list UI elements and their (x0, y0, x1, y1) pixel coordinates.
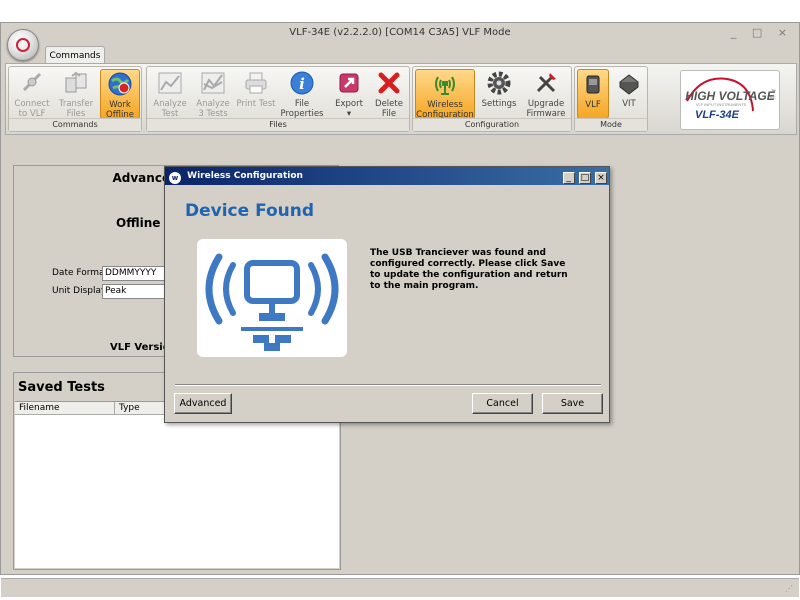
close-button[interactable]: × (595, 172, 607, 184)
info-icon: i (290, 71, 314, 95)
analyze-test-button[interactable]: Analyze Test (150, 69, 190, 119)
wireless-configuration-button[interactable]: Wireless Configuration (415, 69, 475, 120)
svg-text:i: i (299, 75, 305, 93)
logo-brand: HIGH VOLTAGE (685, 89, 776, 103)
ribbon: Connect to VLF Transfer Files Work Offli… (5, 63, 797, 135)
advanced-button[interactable]: Advanced (174, 393, 232, 414)
export-button[interactable]: Export ▾ (329, 69, 369, 119)
vlf-mode-button[interactable]: VLF (577, 69, 609, 119)
ribbon-group-mode: VLF VIT Mode (574, 66, 648, 132)
vit-mode-button[interactable]: VIT (613, 69, 645, 119)
column-header-filename[interactable]: Filename (15, 402, 115, 415)
ribbon-group-label: Commands (9, 118, 141, 131)
file-properties-button[interactable]: i File Properties (280, 69, 324, 119)
vit-device-icon (619, 74, 639, 95)
logo-graphic: HIGH VOLTAGE ™ INC VLF INPUT INSTRUMENTS… (685, 77, 777, 121)
saved-tests-title: Saved Tests (18, 380, 105, 395)
maximize-button[interactable]: □ (578, 172, 591, 184)
dialog-separator (175, 384, 601, 386)
globe-icon (108, 72, 132, 96)
connect-to-vlf-button[interactable]: Connect to VLF (12, 69, 52, 119)
unit-display-label: Unit Display (52, 286, 107, 296)
save-button[interactable]: Save (542, 393, 603, 414)
device-found-heading: Device Found (185, 201, 315, 221)
status-bar: ⋰ (1, 578, 799, 597)
wireless-network-icon (205, 253, 339, 351)
delete-file-button[interactable]: Delete File (369, 69, 409, 119)
logo-inc: INC (770, 96, 777, 100)
device-found-image (197, 239, 347, 357)
ribbon-group-configuration: Wireless Configuration Settings Upgrade … (412, 66, 572, 132)
ribbon-group-files: Analyze Test Analyze 3 Tests Print Test (146, 66, 410, 132)
cancel-button[interactable]: Cancel (472, 393, 533, 414)
printer-icon (245, 72, 267, 94)
delete-icon (378, 72, 400, 94)
wireless-configuration-dialog: w Wireless Configuration _ □ × Device Fo… (164, 166, 610, 423)
saved-tests-list[interactable]: Filename Type (15, 401, 339, 568)
analyze-3-tests-button[interactable]: Analyze 3 Tests (193, 69, 233, 119)
settings-button[interactable]: Settings (479, 69, 519, 119)
tools-icon (536, 73, 556, 93)
date-format-field[interactable]: DDMMYYYY (102, 266, 168, 281)
print-test-button[interactable]: Print Test (236, 69, 276, 119)
ribbon-group-label: Mode (575, 118, 647, 131)
connect-icon (22, 72, 42, 92)
gear-icon (487, 71, 511, 95)
high-voltage-logo: HIGH VOLTAGE ™ INC VLF INPUT INSTRUMENTS… (680, 70, 780, 130)
resize-grip-icon[interactable]: ⋰ (785, 584, 795, 594)
ribbon-group-label: Files (147, 118, 409, 131)
dialog-title: Wireless Configuration (187, 171, 303, 181)
transfer-icon (65, 71, 87, 93)
device-found-message: The USB Tranciever was found and configu… (370, 248, 568, 291)
ribbon-group-commands: Connect to VLF Transfer Files Work Offli… (8, 66, 142, 132)
logo-tm: ™ (771, 89, 776, 95)
upgrade-firmware-button[interactable]: Upgrade Firmware (523, 69, 569, 119)
unit-display-field[interactable]: Peak (102, 284, 168, 299)
export-icon (339, 73, 359, 93)
logo-model: VLF-34E (695, 109, 740, 121)
minimize-button[interactable]: _ (562, 172, 575, 184)
ribbon-group-label: Configuration (413, 118, 571, 131)
transfer-files-button[interactable]: Transfer Files (56, 69, 96, 119)
date-format-label: Date Format (52, 268, 109, 278)
wireless-icon (435, 76, 455, 95)
chart-icon (158, 72, 182, 94)
window-controls[interactable]: _ □ × (731, 26, 793, 39)
dialog-title-buttons: _ □ × (562, 169, 607, 187)
chart-multi-icon (201, 72, 225, 94)
wireless-app-icon: w (169, 172, 181, 184)
dialog-titlebar[interactable]: w Wireless Configuration _ □ × (165, 167, 609, 185)
window-title: VLF-34E (v2.2.2.0) [COM14 C3A5] VLF Mode (289, 27, 511, 38)
work-offline-button[interactable]: Work Offline (100, 69, 140, 120)
logo-tagline: VLF INPUT INSTRUMENTS (696, 102, 747, 107)
vlf-device-icon (586, 75, 600, 94)
